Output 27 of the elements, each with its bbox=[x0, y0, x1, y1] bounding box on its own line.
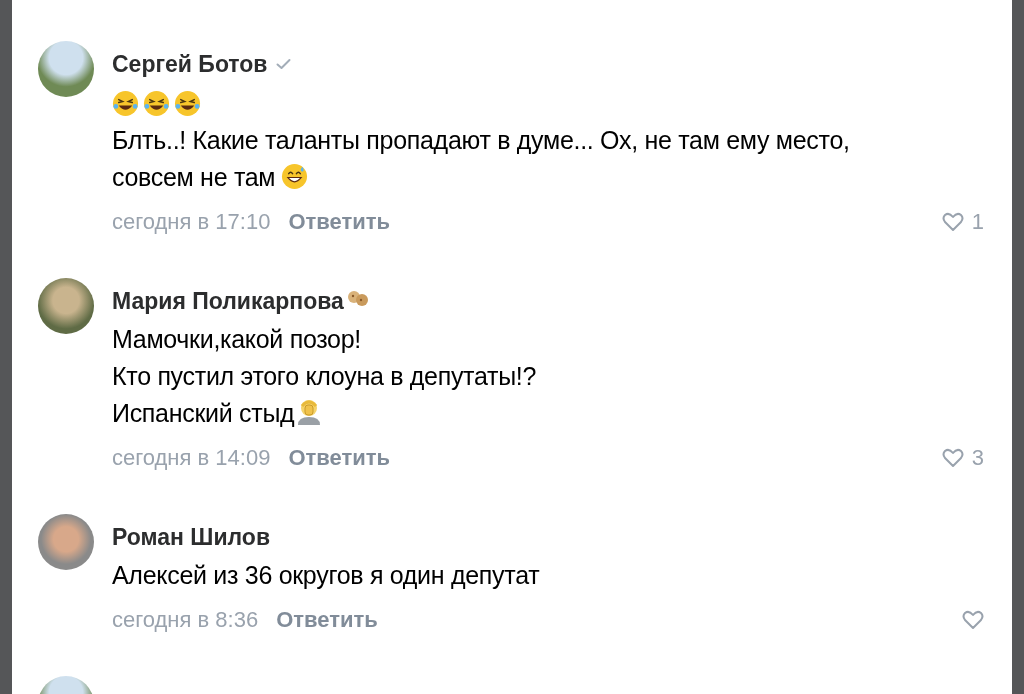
like-button[interactable]: 1 bbox=[941, 209, 984, 235]
avatar-placeholder[interactable] bbox=[38, 41, 94, 97]
heart-icon bbox=[962, 610, 984, 630]
avatar-placeholder[interactable] bbox=[38, 514, 94, 570]
comment-text: Мамочки,какой позор! Кто пустил этого клоуна в депутаты!? Испанский стыд bbox=[112, 324, 538, 429]
reply-link[interactable]: Ответить bbox=[288, 209, 391, 235]
author-name[interactable]: Мария Поликарпова bbox=[112, 287, 344, 315]
comment-text: Алексей из 36 округов я один депутат bbox=[112, 560, 541, 591]
laughing-face-icon bbox=[112, 89, 139, 117]
grinning-sweat-face-icon bbox=[281, 163, 309, 190]
comment-time: сегодня в 14:09 bbox=[112, 445, 271, 471]
reply-link[interactable]: Ответить bbox=[288, 445, 391, 471]
comment-text: Блть..! Какие таланты пропадают в думе... Ох, не там ему место, совсем не там bbox=[112, 125, 851, 193]
laughing-face-icon bbox=[174, 89, 201, 117]
badge-icon bbox=[345, 289, 370, 307]
avatar-placeholder[interactable] bbox=[38, 278, 94, 334]
comment-time: сегодня в 17:10 bbox=[112, 209, 271, 235]
like-button[interactable] bbox=[962, 610, 984, 630]
like-button[interactable]: 3 bbox=[941, 445, 984, 471]
laughing-face-icon bbox=[143, 89, 170, 117]
author-name[interactable]: Сергей Ботов bbox=[112, 50, 268, 78]
heart-icon bbox=[941, 448, 964, 468]
reply-link[interactable]: Ответить bbox=[276, 607, 378, 633]
author-name[interactable]: Роман Шилов bbox=[112, 523, 271, 551]
heart-icon bbox=[941, 212, 964, 232]
comment-time: сегодня в 8:36 bbox=[112, 607, 259, 633]
checkmark-icon bbox=[275, 58, 291, 70]
